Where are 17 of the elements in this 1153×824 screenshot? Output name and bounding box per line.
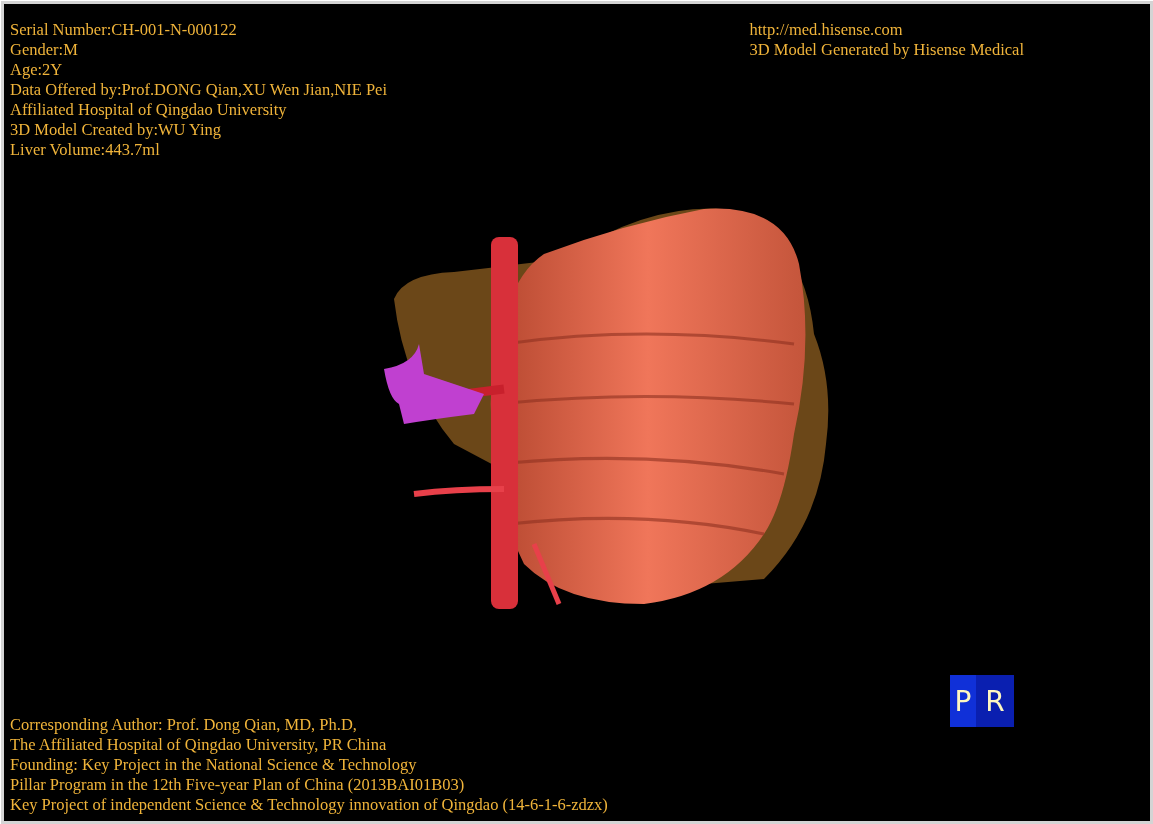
cube-face-label: P xyxy=(950,675,976,727)
info-text: Age:2Y xyxy=(10,60,64,80)
info-text: Affiliated Hospital of Qingdao University xyxy=(10,100,288,120)
info-text: 3D Model Generated by Hisense Medical xyxy=(749,40,1024,60)
credit-text: Corresponding Author: Prof. Dong Qian, MD, Ph.D, xyxy=(10,715,358,735)
info-text: Gender:M xyxy=(10,40,79,60)
credit-text: Pillar Program in the 12th Five-year Plan of China (2013BAI01B03) xyxy=(10,775,466,795)
info-text: Liver Volume:443.7ml xyxy=(10,140,161,160)
info-text: 3D Model Created by:WU Ying xyxy=(10,120,223,140)
credit-text: Key Project of independent Science & Technology innovation of Qingdao (14-6-1-6-zdzx) xyxy=(10,795,608,815)
info-text: Data Offered by:Prof.DONG Qian,XU Wen Jian,NIE Pei xyxy=(10,80,388,100)
credit-text: Founding: Key Project in the National Science & Technology xyxy=(10,755,418,775)
cube-face-label: R xyxy=(976,675,1014,727)
info-text: Serial Number:CH-001-N-000122 xyxy=(10,20,238,40)
info-text: http://med.hisense.com xyxy=(749,20,904,40)
credit-text: The Affiliated Hospital of Qingdao University, PR China xyxy=(10,735,388,755)
orientation-cube[interactable]: P R xyxy=(950,675,1014,727)
